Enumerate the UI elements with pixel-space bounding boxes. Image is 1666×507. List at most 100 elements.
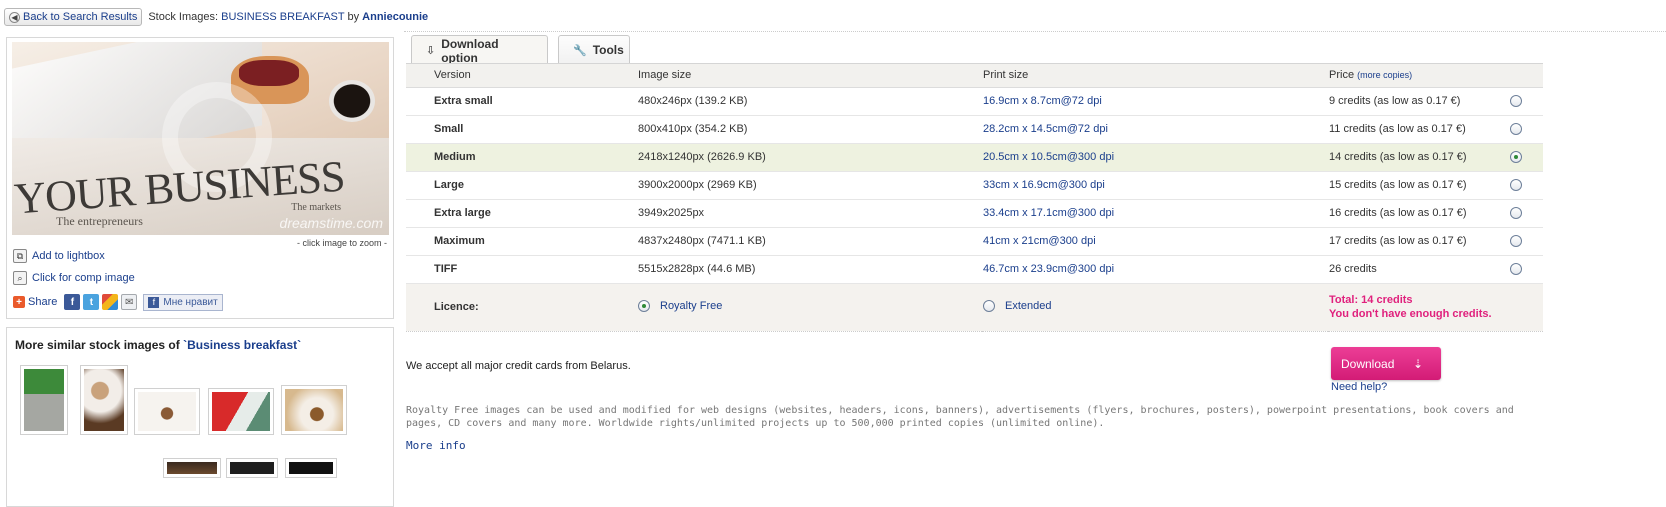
jam-graphic	[239, 60, 299, 86]
table-header-row: Version Image size Print size Price (mor…	[406, 64, 1543, 88]
coffee-cup-graphic	[329, 80, 375, 122]
row-print-size: 20.5cm x 10.5cm@300 dpi	[982, 143, 1328, 172]
image-title-link[interactable]: BUSINESS BREAKFAST	[221, 11, 344, 23]
royalty-free-note: Royalty Free images can be used and modi…	[406, 405, 1514, 429]
licence-royalty-free-cell: Royalty Free	[637, 283, 982, 332]
table-row[interactable]: Medium 2418x1240px (2626.9 KB) 20.5cm x 10…	[406, 143, 1543, 172]
download-button[interactable]: Download ⇣	[1331, 347, 1441, 380]
row-version: Maximum	[406, 227, 637, 256]
newspaper-subline: The entrepreneurs	[56, 214, 143, 228]
more-info-link[interactable]: More info	[406, 439, 466, 452]
header-version: Version	[406, 64, 637, 88]
tab-tools[interactable]: 🔧 Tools	[558, 35, 630, 64]
print-size-link[interactable]: 20.5cm x 10.5cm@300 dpi	[983, 151, 1114, 163]
royalty-free-option[interactable]: Royalty Free	[638, 299, 723, 312]
zoom-hint: - click image to zoom -	[296, 238, 387, 248]
author-link[interactable]: Anniecounie	[362, 11, 428, 23]
row-version: Small	[406, 115, 637, 144]
size-radio[interactable]	[1509, 123, 1522, 136]
print-size-link[interactable]: 46.7cm x 23.9cm@300 dpi	[983, 263, 1114, 275]
print-size-link[interactable]: 33cm x 16.9cm@300 dpi	[983, 179, 1105, 191]
extended-radio[interactable]	[983, 299, 995, 312]
size-radio[interactable]	[1509, 95, 1522, 108]
table-row[interactable]: Maximum 4837x2480px (7471.1 KB) 41cm x 21c…	[406, 227, 1543, 256]
similar-thumbnail[interactable]	[134, 388, 200, 435]
print-size-link[interactable]: 33.4cm x 17.1cm@300 dpi	[983, 207, 1114, 219]
row-price: 16 credits (as low as 0.17 €)	[1328, 199, 1488, 228]
row-price: 17 credits (as low as 0.17 €)	[1328, 227, 1488, 256]
not-enough-credits: You don't have enough credits.	[1329, 308, 1492, 320]
add-to-lightbox-button[interactable]: ⧉ Add to lightbox	[13, 245, 223, 267]
twitter-icon[interactable]: t	[83, 294, 100, 310]
facebook-icon[interactable]: f	[64, 294, 81, 310]
row-price: 15 credits (as low as 0.17 €)	[1328, 171, 1488, 200]
similar-thumbnail[interactable]	[208, 388, 274, 435]
need-help-link[interactable]: Need help?	[1331, 381, 1387, 393]
similar-thumbnail[interactable]	[226, 458, 278, 478]
table-row[interactable]: Extra small 480x246px (139.2 KB) 16.9cm x …	[406, 87, 1543, 116]
wrench-icon: 🔧	[573, 44, 587, 57]
size-radio[interactable]	[1509, 179, 1522, 192]
download-icon: ⇩	[426, 45, 436, 57]
row-select-cell	[1488, 143, 1543, 172]
extended-option[interactable]: Extended	[983, 299, 1051, 312]
top-bar: ◀ Back to Search Results Stock Images: B…	[4, 7, 428, 27]
facebook-like-button[interactable]: f Мне нравит	[143, 293, 223, 311]
download-button-label: Download	[1341, 356, 1395, 371]
tab-download-option-label: Download option	[441, 36, 499, 65]
header-price: Price (more copies)	[1328, 64, 1488, 88]
share-link[interactable]: Share	[28, 296, 57, 308]
similar-thumbnail[interactable]	[285, 458, 337, 478]
mail-icon[interactable]: ✉	[121, 294, 138, 310]
size-radio[interactable]	[1509, 207, 1522, 220]
print-size-link[interactable]: 28.2cm x 14.5cm@72 dpi	[983, 123, 1108, 135]
royalty-free-label: Royalty Free	[660, 299, 723, 312]
comp-image-button[interactable]: ⌕ Click for comp image	[13, 267, 223, 289]
google-icon[interactable]	[102, 294, 119, 310]
back-arrow-icon: ◀	[9, 11, 20, 23]
header-image-size: Image size	[637, 64, 982, 88]
print-size-link[interactable]: 16.9cm x 8.7cm@72 dpi	[983, 95, 1102, 107]
row-image-size: 480x246px (139.2 KB)	[637, 87, 982, 116]
image-panel: YOUR BUSINESS The entrepreneurs The mark…	[6, 37, 394, 319]
like-label: Мне нравит	[163, 296, 218, 308]
row-select-cell	[1488, 199, 1543, 228]
similar-thumbnail[interactable]	[20, 365, 68, 435]
size-radio[interactable]	[1509, 151, 1522, 164]
share-plus-icon[interactable]: +	[13, 296, 25, 308]
divider	[404, 31, 1666, 32]
main-preview-image[interactable]: YOUR BUSINESS The entrepreneurs The mark…	[12, 42, 389, 235]
row-image-size: 800x410px (354.2 KB)	[637, 115, 982, 144]
royalty-free-radio[interactable]	[638, 299, 650, 312]
similar-thumbnail[interactable]	[163, 458, 221, 478]
back-to-search-button[interactable]: ◀ Back to Search Results	[4, 8, 143, 26]
licence-total-cell: Total: 14 credits You don't have enough …	[1328, 283, 1543, 332]
total-credits: Total: 14 credits	[1329, 294, 1413, 306]
similar-thumbnail[interactable]	[80, 365, 128, 435]
row-print-size: 28.2cm x 14.5cm@72 dpi	[982, 115, 1328, 144]
download-arrow-icon: ⇣	[1412, 356, 1423, 371]
row-version: Extra large	[406, 199, 637, 228]
size-radio[interactable]	[1509, 235, 1522, 248]
similar-thumbnail[interactable]	[281, 385, 347, 435]
newspaper-markets: The markets	[291, 202, 341, 213]
image-actions: ⧉ Add to lightbox ⌕ Click for comp image…	[13, 245, 223, 313]
table-row[interactable]: Extra large 3949x2025px 33.4cm x 17.1cm@30…	[406, 199, 1543, 228]
table-row[interactable]: Small 800x410px (354.2 KB) 28.2cm x 14.5cm…	[406, 115, 1543, 144]
row-print-size: 16.9cm x 8.7cm@72 dpi	[982, 87, 1328, 116]
header-price-label: Price	[1329, 69, 1355, 82]
breadcrumb-prefix: Stock Images:	[148, 11, 219, 23]
row-print-size: 41cm x 21cm@300 dpi	[982, 227, 1328, 256]
breadcrumb: Stock Images: BUSINESS BREAKFAST by Anni…	[148, 11, 428, 23]
similar-query-link[interactable]: `Business breakfast`	[183, 338, 301, 352]
tab-download-option[interactable]: ⇩ Download option	[411, 35, 548, 65]
table-row[interactable]: TIFF 5515x2828px (44.6 MB) 46.7cm x 23.9cm…	[406, 255, 1543, 284]
table-row[interactable]: Large 3900x2000px (2969 KB) 33cm x 16.9cm@…	[406, 171, 1543, 200]
row-image-size: 5515x2828px (44.6 MB)	[637, 255, 982, 284]
row-select-cell	[1488, 115, 1543, 144]
comp-image-label: Click for comp image	[32, 272, 135, 284]
print-size-link[interactable]: 41cm x 21cm@300 dpi	[983, 235, 1096, 247]
more-copies-link[interactable]: (more copies)	[1357, 70, 1412, 80]
size-radio[interactable]	[1509, 263, 1522, 276]
row-image-size: 3900x2000px (2969 KB)	[637, 171, 982, 200]
